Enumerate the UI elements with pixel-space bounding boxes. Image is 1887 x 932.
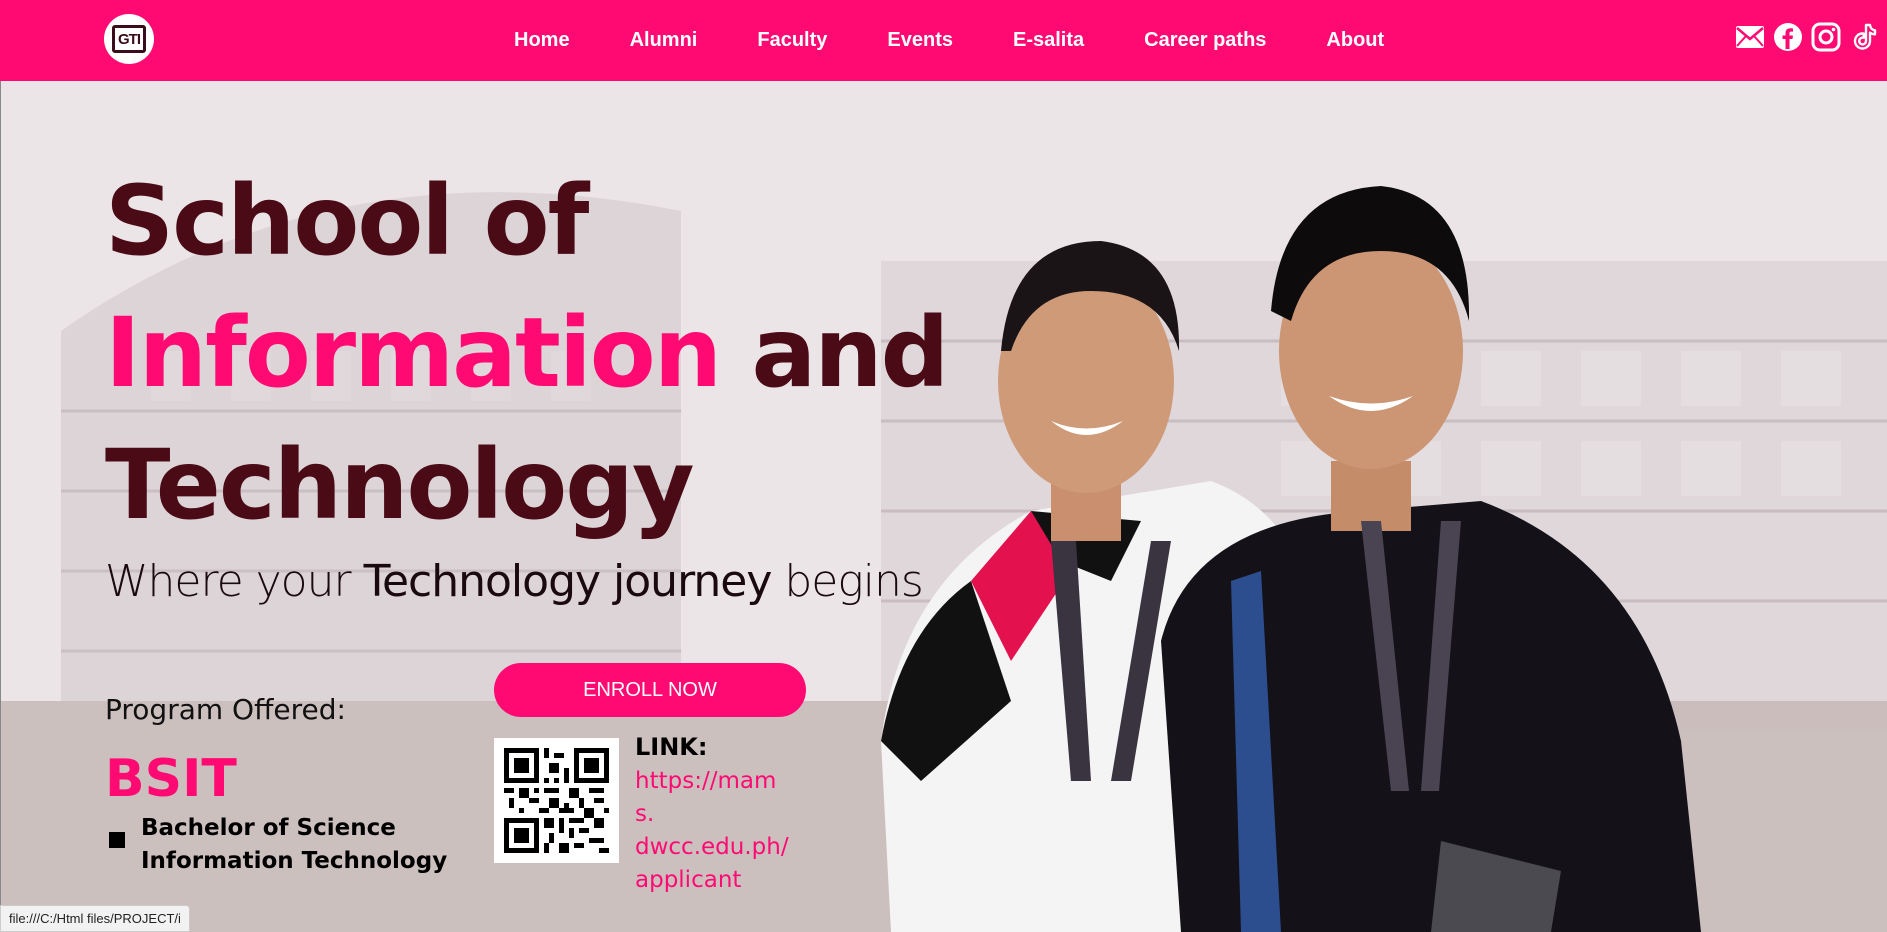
logo-text: GTI <box>118 30 141 48</box>
enroll-now-button[interactable]: ENROLL NOW <box>494 663 806 717</box>
link-url-line3: applicant <box>635 867 742 893</box>
hero-title-line3: Technology <box>105 429 695 541</box>
nav-link-e-salita[interactable]: E-salita <box>1013 29 1084 52</box>
program-offered-label: Program Offered: <box>105 693 346 726</box>
degree-name: Bachelor of Science Information Technolo… <box>141 812 447 878</box>
nav-link-events[interactable]: Events <box>887 29 953 52</box>
link-label: LINK: <box>635 733 708 761</box>
instagram-icon[interactable] <box>1811 22 1841 52</box>
nav-link-home[interactable]: Home <box>514 29 570 52</box>
hero-title-line2: Information and <box>105 305 949 401</box>
bullet-square-icon <box>109 832 125 848</box>
hero-title-line1: School of <box>105 165 589 277</box>
social-icons <box>1735 22 1879 52</box>
link-url-line2: dwcc.edu.ph/ <box>635 834 789 860</box>
qr-code-image[interactable] <box>494 738 619 863</box>
logo-mark-icon: GTI <box>112 25 146 53</box>
degree-line2: Information Technology <box>141 848 448 874</box>
tiktok-icon[interactable] <box>1849 22 1879 52</box>
nav-links: Home Alumni Faculty Events E-salita Care… <box>514 0 1444 81</box>
mail-icon[interactable] <box>1735 22 1765 52</box>
facebook-icon[interactable] <box>1773 22 1803 52</box>
hero-tagline: Where your Technology journey begins <box>105 556 924 607</box>
nav-link-faculty[interactable]: Faculty <box>757 29 827 52</box>
program-code: BSIT <box>105 749 237 809</box>
students-photo <box>881 186 1701 932</box>
tagline-strong: Technology journey <box>363 556 773 607</box>
applicant-link[interactable]: https://mams. dwcc.edu.ph/ applicant <box>635 765 795 897</box>
nav-link-about[interactable]: About <box>1326 29 1384 52</box>
top-navbar: GTI Home Alumni Faculty Events E-salita … <box>0 0 1887 81</box>
qr-code-icon <box>504 748 609 853</box>
browser-status-bar: file:///C:/Html files/PROJECT/i <box>0 905 190 932</box>
hero-section: School of Information and Technology Whe… <box>0 81 1887 932</box>
school-logo[interactable]: GTI <box>104 14 154 64</box>
title-pink-word: Information <box>105 297 722 409</box>
tagline-pre: Where your <box>105 556 364 607</box>
nav-link-career-paths[interactable]: Career paths <box>1144 29 1266 52</box>
link-url-line1: https://mams. <box>635 768 777 827</box>
degree-line1: Bachelor of Science <box>141 815 396 841</box>
nav-link-alumni[interactable]: Alumni <box>630 29 698 52</box>
